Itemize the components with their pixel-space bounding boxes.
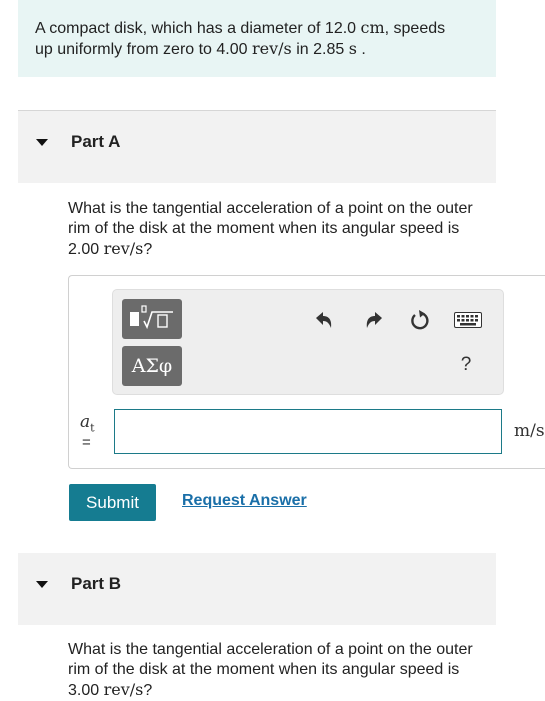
problem-text: A compact disk, which has a diameter of … (35, 20, 361, 37)
part-a-title: Part A (71, 132, 121, 151)
question-line: What is the tangential acceleration of a… (68, 641, 473, 658)
problem-line-1: A compact disk, which has a diameter of … (35, 18, 479, 39)
redo-button[interactable] (361, 307, 387, 333)
unit-cm: cm (360, 18, 385, 37)
question-mark: ? (143, 241, 153, 258)
part-b-title: Part B (71, 574, 122, 593)
undo-icon (316, 312, 332, 328)
variable-symbol: a (80, 412, 91, 432)
problem-text: up uniformly from zero to 4.00 (35, 41, 252, 58)
math-toolbar: ΑΣφ ? (112, 289, 504, 395)
question-value: 2.00 (68, 241, 104, 258)
problem-line-2: up uniformly from zero to 4.00 rev/s in … (35, 39, 479, 60)
variable-label: at (80, 412, 95, 434)
answer-input[interactable] (114, 409, 502, 454)
templates-button[interactable] (122, 299, 182, 339)
redo-icon (366, 312, 382, 328)
part-b-header[interactable]: Part B (18, 553, 496, 625)
problem-text: . (356, 41, 366, 58)
question-mark: ? (143, 682, 153, 699)
templates-icon (130, 305, 173, 330)
unit-s: s (348, 39, 357, 58)
part-b-question: What is the tangential acceleration of a… (68, 640, 498, 701)
help-button[interactable]: ? (451, 354, 481, 376)
question-unit: rev/s (103, 239, 144, 258)
question-line: rim of the disk at the moment when its a… (68, 220, 460, 237)
unit-rev-per-s: rev/s (251, 39, 292, 58)
answer-unit: m/s (514, 421, 545, 441)
variable-subscript: t (90, 421, 95, 435)
keyboard-icon (454, 312, 482, 328)
part-a-header[interactable]: Part A (18, 111, 496, 183)
part-a-question: What is the tangential acceleration of a… (68, 199, 498, 260)
reset-icon (411, 310, 429, 330)
equals-sign: = (82, 434, 91, 451)
question-line: What is the tangential acceleration of a… (68, 200, 473, 217)
greek-symbols-button[interactable]: ΑΣφ (122, 346, 182, 386)
request-answer-link[interactable]: Request Answer (182, 492, 307, 510)
problem-text: in 2.85 (291, 41, 349, 58)
question-value: 3.00 (68, 682, 104, 699)
question-line: 3.00 rev/s? (68, 680, 498, 701)
question-unit: rev/s (103, 680, 144, 699)
caret-down-icon[interactable] (36, 581, 48, 588)
problem-statement: A compact disk, which has a diameter of … (18, 0, 496, 77)
submit-button[interactable]: Submit (69, 484, 156, 521)
caret-down-icon[interactable] (36, 139, 48, 146)
question-line: rim of the disk at the moment when its a… (68, 661, 460, 678)
keyboard-button[interactable] (453, 307, 483, 333)
question-line: 2.00 rev/s? (68, 239, 498, 260)
problem-text: , speeds (384, 20, 446, 37)
reset-button[interactable] (407, 307, 433, 333)
undo-button[interactable] (311, 307, 337, 333)
